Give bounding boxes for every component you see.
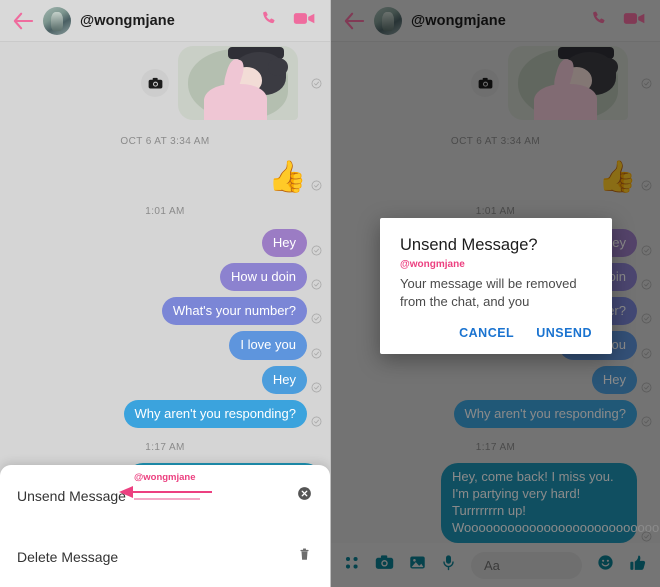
message-row: Hey (0, 229, 330, 258)
check-circle-icon (311, 380, 322, 393)
sheet-item-label: Delete Message (17, 548, 119, 565)
check-circle-icon (311, 243, 322, 256)
unsend-icon[interactable] (297, 486, 312, 506)
message-row: How u doin (0, 263, 330, 292)
media-message[interactable] (178, 46, 298, 120)
delete-icon[interactable] (297, 546, 312, 567)
sheet-item-delete[interactable]: Delete Message (0, 526, 330, 587)
check-circle-icon (311, 311, 322, 324)
annotation-label: @wongmjane (134, 472, 196, 483)
message-row: Hey (0, 365, 330, 394)
unsend-button[interactable]: UNSEND (536, 326, 592, 340)
check-circle-icon (311, 76, 322, 89)
screen-left: @wongmjane OCT 6 AT 3:34 AM 👍 1:01 AM He… (0, 0, 330, 587)
message-bubble[interactable]: Hey (261, 365, 307, 394)
dual-screenshot: @wongmjane OCT 6 AT 3:34 AM 👍 1:01 AM He… (0, 0, 660, 587)
arrow-left-annotation: @wongmjane (116, 472, 212, 503)
message-bubble[interactable]: What's your number? (161, 297, 307, 326)
phone-icon[interactable] (260, 9, 279, 33)
message-bubble[interactable]: I love you (229, 331, 307, 360)
video-camera-icon[interactable] (293, 10, 316, 32)
check-circle-icon (311, 414, 322, 427)
chat-header: @wongmjane (0, 0, 330, 42)
timestamp-divider: 1:01 AM (145, 206, 185, 217)
page-title: @wongmjane (80, 12, 175, 29)
message-bubble[interactable]: Why aren't you responding? (123, 399, 307, 428)
sheet-item-label: Unsend Message (17, 487, 126, 504)
message-row: Why aren't you responding? (0, 399, 330, 428)
dialog-actions: CANCEL UNSEND (400, 326, 592, 346)
dialog-body: Your message will be removed from the ch… (400, 276, 577, 309)
timestamp-divider: OCT 6 AT 3:34 AM (120, 136, 210, 147)
thumbsup-sticker[interactable]: 👍 (268, 161, 307, 192)
message-row: I love you (0, 331, 330, 360)
back-arrow-icon[interactable] (12, 11, 34, 31)
dialog-title: Unsend Message? (400, 236, 538, 254)
action-sheet: Unsend Message @wongmjane Delete Message (0, 465, 330, 587)
dialog-watermark: @wongmjane (400, 259, 465, 270)
camera-icon[interactable] (141, 69, 169, 97)
message-row: 👍 (0, 161, 330, 192)
header-actions (260, 9, 318, 33)
timestamp-divider: 1:17 AM (145, 441, 185, 453)
cancel-button[interactable]: CANCEL (459, 326, 514, 340)
message-bubble[interactable]: How u doin (219, 263, 307, 292)
check-circle-icon (311, 277, 322, 290)
unsend-dialog: Unsend Message? @wongmjane Your message … (380, 218, 612, 355)
sheet-item-unsend[interactable]: Unsend Message @wongmjane (0, 465, 330, 526)
message-row: What's your number? (0, 297, 330, 326)
check-circle-icon (311, 346, 322, 359)
avatar[interactable] (43, 6, 71, 35)
media-message-row (0, 42, 330, 120)
check-circle-icon (311, 178, 322, 191)
message-bubble[interactable]: Hey (261, 229, 307, 258)
screen-right: @wongmjane OCT 6 AT 3:34 AM 👍 1:01 AM He… (330, 0, 660, 587)
